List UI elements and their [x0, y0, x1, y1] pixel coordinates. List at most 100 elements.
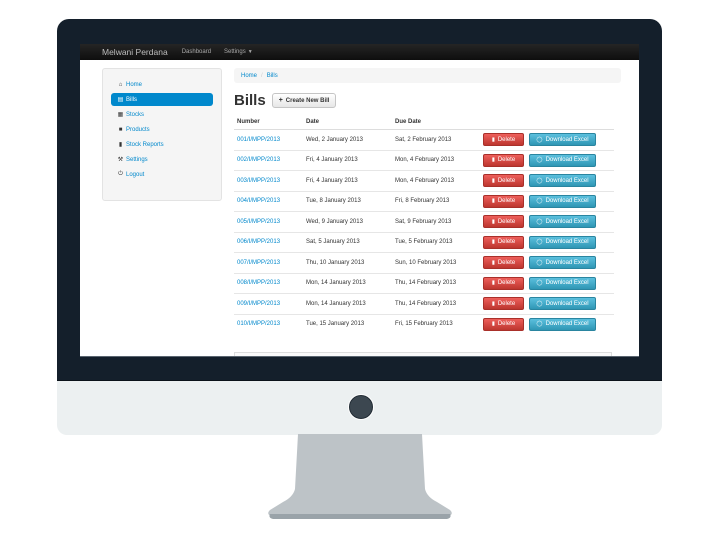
sidebar-item-bills[interactable]: ▤ Bills: [111, 93, 213, 106]
stand-base-shadow: [269, 514, 451, 519]
actions-cell: ▮ Delete ◯ Download Excel: [480, 293, 614, 314]
bill-number-link[interactable]: 003/I/MPP/2013: [237, 178, 280, 184]
download-excel-button[interactable]: ◯ Download Excel: [529, 194, 596, 208]
list-icon: ▤: [117, 97, 124, 103]
sidebar-item-label: Home: [126, 81, 143, 88]
actions-cell: ▮ Delete ◯ Download Excel: [480, 231, 614, 253]
sidebar-item-products[interactable]: ■ Products: [111, 123, 213, 136]
trash-icon: ▮: [491, 177, 495, 184]
delete-button[interactable]: ▮ Delete: [483, 276, 524, 290]
delete-label: Delete: [497, 218, 516, 225]
sidebar-item-label: Products: [126, 126, 150, 133]
download-label: Download Excel: [545, 300, 589, 307]
delete-button[interactable]: ▮ Delete: [483, 256, 524, 270]
bill-date: Fri, 4 January 2013: [303, 149, 392, 171]
download-icon: ◯: [536, 239, 543, 246]
download-label: Download Excel: [545, 280, 589, 287]
delete-label: Delete: [497, 321, 516, 328]
bill-number-link[interactable]: 009/I/MPP/2013: [237, 301, 280, 307]
download-label: Download Excel: [545, 198, 589, 205]
download-icon: ◯: [536, 259, 543, 266]
bill-number-link[interactable]: 005/I/MPP/2013: [237, 219, 280, 225]
download-icon: ◯: [536, 177, 543, 184]
actions-cell: ▮ Delete ◯ Download Excel: [480, 129, 614, 150]
bill-due-date: Tue, 5 February 2013: [392, 231, 480, 253]
trash-icon: ▮: [491, 280, 495, 287]
book-icon: ■: [118, 126, 123, 133]
delete-button[interactable]: ▮ Delete: [483, 194, 524, 208]
grid-icon: ▦: [117, 112, 124, 118]
breadcrumb: Home / Bills: [234, 68, 621, 83]
download-excel-button[interactable]: ◯ Download Excel: [529, 317, 596, 331]
bill-date: Fri, 4 January 2013: [303, 170, 392, 191]
bill-number-cell: 002/I/MPP/2013: [234, 149, 303, 171]
pagination[interactable]: [234, 352, 612, 356]
monitor-bezel: Melwani Perdana Dashboard Settings ▼ ⌂ Hom…: [57, 19, 662, 380]
bill-date: Mon, 14 January 2013: [303, 293, 392, 314]
bill-number-cell: 003/I/MPP/2013: [234, 170, 303, 191]
nav-settings-label: Settings: [224, 49, 246, 55]
file-icon: ▮: [118, 142, 123, 148]
table-row: 002/I/MPP/2013 Fri, 4 January 2013 Mon, 4 …: [234, 149, 614, 171]
delete-button[interactable]: ▮ Delete: [483, 153, 524, 167]
create-new-bill-label: Create New Bill: [285, 97, 330, 104]
bill-number-link[interactable]: 006/I/MPP/2013: [237, 239, 280, 245]
download-icon: ◯: [536, 300, 543, 307]
breadcrumb-separator: /: [261, 72, 263, 79]
delete-button[interactable]: ▮ Delete: [483, 317, 524, 331]
download-excel-button[interactable]: ◯ Download Excel: [529, 235, 596, 249]
breadcrumb-home[interactable]: Home: [241, 73, 257, 79]
delete-button[interactable]: ▮ Delete: [483, 297, 524, 311]
bill-date: Tue, 8 January 2013: [303, 190, 392, 212]
delete-button[interactable]: ▮ Delete: [483, 235, 524, 249]
sidebar-item-settings[interactable]: ⚒ Settings: [111, 153, 213, 166]
bill-number-cell: 008/I/MPP/2013: [234, 272, 303, 294]
table-row: 007/I/MPP/2013 Thu, 10 January 2013 Sun, 1…: [234, 252, 614, 273]
table-row: 006/I/MPP/2013 Sat, 5 January 2013 Tue, 5 …: [234, 231, 614, 253]
bill-number-link[interactable]: 002/I/MPP/2013: [237, 157, 280, 163]
sidebar-item-stock-reports[interactable]: ▮ Stock Reports: [111, 138, 213, 151]
page-title: Bills: [234, 92, 266, 109]
download-excel-button[interactable]: ◯ Download Excel: [529, 174, 596, 188]
actions-cell: ▮ Delete ◯ Download Excel: [480, 190, 614, 212]
delete-button[interactable]: ▮ Delete: [483, 133, 524, 147]
download-excel-button[interactable]: ◯ Download Excel: [529, 256, 596, 270]
bill-date: Tue, 15 January 2013: [303, 313, 392, 334]
download-excel-button[interactable]: ◯ Download Excel: [529, 276, 596, 290]
delete-button[interactable]: ▮ Delete: [483, 215, 524, 229]
nav-settings-dropdown[interactable]: Settings ▼: [224, 49, 253, 55]
trash-icon: ▮: [491, 218, 495, 225]
create-new-bill-button[interactable]: + Create New Bill: [271, 93, 337, 108]
sidebar-item-stocks[interactable]: ▦ Stocks: [111, 108, 213, 121]
breadcrumb-current[interactable]: Bills: [267, 73, 278, 79]
bill-number-cell: 006/I/MPP/2013: [234, 231, 303, 253]
actions-cell: ▮ Delete ◯ Download Excel: [480, 211, 614, 232]
download-label: Download Excel: [545, 157, 589, 164]
title-row: Bills + Create New Bill: [234, 92, 337, 109]
bill-number-link[interactable]: 008/I/MPP/2013: [237, 280, 280, 286]
brand-logo[interactable]: Melwani Perdana: [102, 47, 168, 57]
delete-button[interactable]: ▮ Delete: [483, 174, 524, 188]
download-excel-button[interactable]: ◯ Download Excel: [529, 153, 596, 167]
power-icon: ⏻: [118, 171, 123, 177]
table-row: 008/I/MPP/2013 Mon, 14 January 2013 Thu, 1…: [234, 272, 614, 294]
actions-cell: ▮ Delete ◯ Download Excel: [480, 313, 614, 334]
header-number: Number: [234, 116, 303, 130]
bill-number-link[interactable]: 004/I/MPP/2013: [237, 198, 280, 204]
download-excel-button[interactable]: ◯ Download Excel: [529, 133, 596, 147]
sidebar-item-logout[interactable]: ⏻ Logout: [111, 168, 213, 181]
download-excel-button[interactable]: ◯ Download Excel: [529, 297, 596, 311]
bill-number-link[interactable]: 010/I/MPP/2013: [237, 321, 280, 327]
bill-number-link[interactable]: 007/I/MPP/2013: [237, 260, 280, 266]
sidebar-item-label: Stocks: [126, 111, 145, 118]
bill-number-cell: 005/I/MPP/2013: [234, 211, 303, 232]
sidebar-item-home[interactable]: ⌂ Home: [111, 78, 213, 91]
sidebar-item-label: Settings: [126, 156, 148, 163]
bill-number-link[interactable]: 001/I/MPP/2013: [237, 137, 280, 143]
download-label: Download Excel: [545, 177, 589, 184]
download-excel-button[interactable]: ◯ Download Excel: [529, 215, 596, 229]
bill-due-date: Fri, 8 February 2013: [392, 190, 480, 212]
bill-number-cell: 010/I/MPP/2013: [234, 313, 303, 334]
stand-neck: [268, 434, 452, 516]
nav-dashboard[interactable]: Dashboard: [182, 49, 211, 55]
